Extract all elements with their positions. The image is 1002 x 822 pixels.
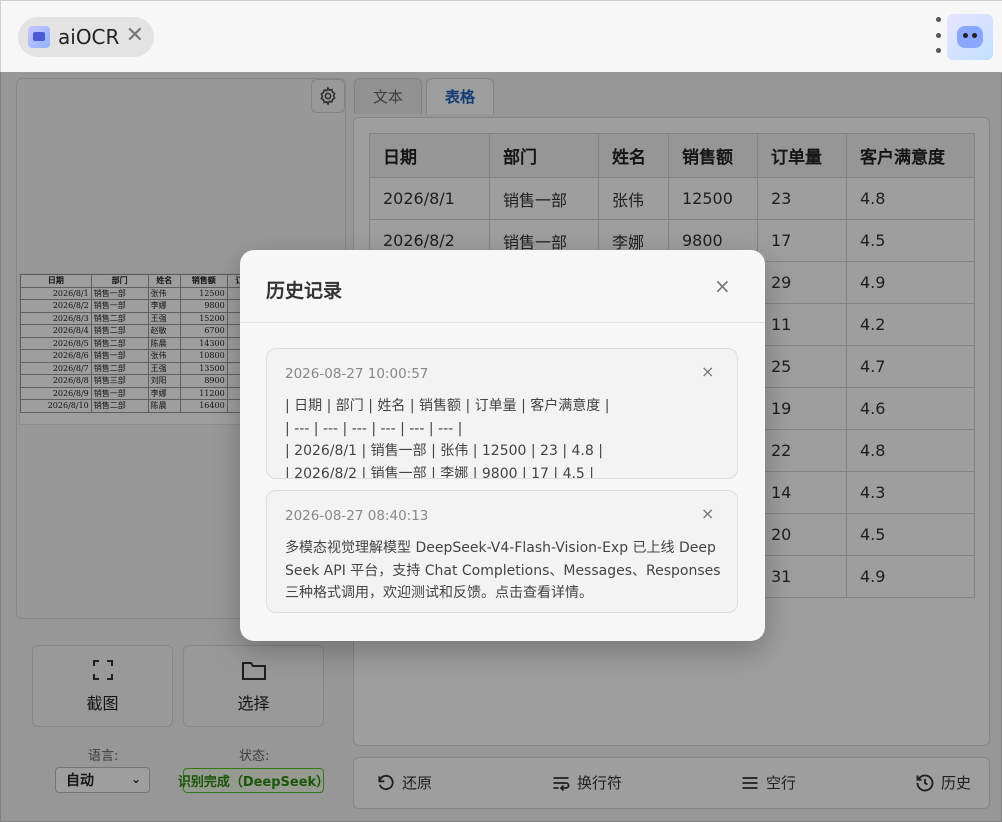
robot-avatar[interactable] (947, 14, 993, 60)
history-content: | 日期 | 部门 | 姓名 | 销售额 | 订单量 | 客户满意度 | | -… (285, 395, 725, 479)
history-time: 2026-08-27 10:00:57 (285, 366, 429, 382)
history-item[interactable]: 2026-08-27 10:00:57 × | 日期 | 部门 | 姓名 | 销… (266, 348, 738, 479)
app-tab-title: aiOCR (58, 25, 120, 49)
history-line: 多模态视觉理解模型 DeepSeek-V4-Flash-Vision-Exp 已… (285, 540, 716, 556)
close-tab-icon[interactable]: ✕ (126, 25, 144, 47)
more-options-icon[interactable] (931, 17, 945, 53)
app-tab[interactable]: aiOCR ✕ (18, 17, 154, 57)
history-line: | 2026/8/1 | 销售一部 | 张伟 | 12500 | 23 | 4.… (285, 443, 603, 459)
history-modal: 历史记录 × 2026-08-27 10:00:57 × | 日期 | 部门 |… (240, 250, 765, 641)
delete-item-icon[interactable]: × (701, 362, 714, 381)
history-line: | 日期 | 部门 | 姓名 | 销售额 | 订单量 | 客户满意度 | (285, 398, 610, 414)
history-line: Seek API 平台，支持 Chat Completions、Messages… (285, 562, 721, 579)
delete-item-icon[interactable]: × (701, 504, 714, 523)
history-line: | 2026/8/2 | 销售一部 | 李娜 | 9800 | 17 | 4.5… (285, 465, 595, 479)
modal-title: 历史记录 (266, 280, 343, 302)
history-line: | --- | --- | --- | --- | --- | --- | (285, 420, 463, 437)
modal-divider (240, 322, 765, 323)
history-item[interactable]: 2026-08-27 08:40:13 × 多模态视觉理解模型 DeepSeek… (266, 490, 738, 613)
history-content: 多模态视觉理解模型 DeepSeek-V4-Flash-Vision-Exp 已… (285, 537, 725, 605)
title-bar: aiOCR ✕ (1, 1, 1002, 73)
history-time: 2026-08-27 08:40:13 (285, 508, 429, 524)
app-logo-icon (28, 26, 50, 48)
close-modal-icon[interactable]: × (714, 274, 731, 298)
history-line: 三种格式调用，欢迎测试和反馈。点击查看详情。 (285, 585, 593, 601)
